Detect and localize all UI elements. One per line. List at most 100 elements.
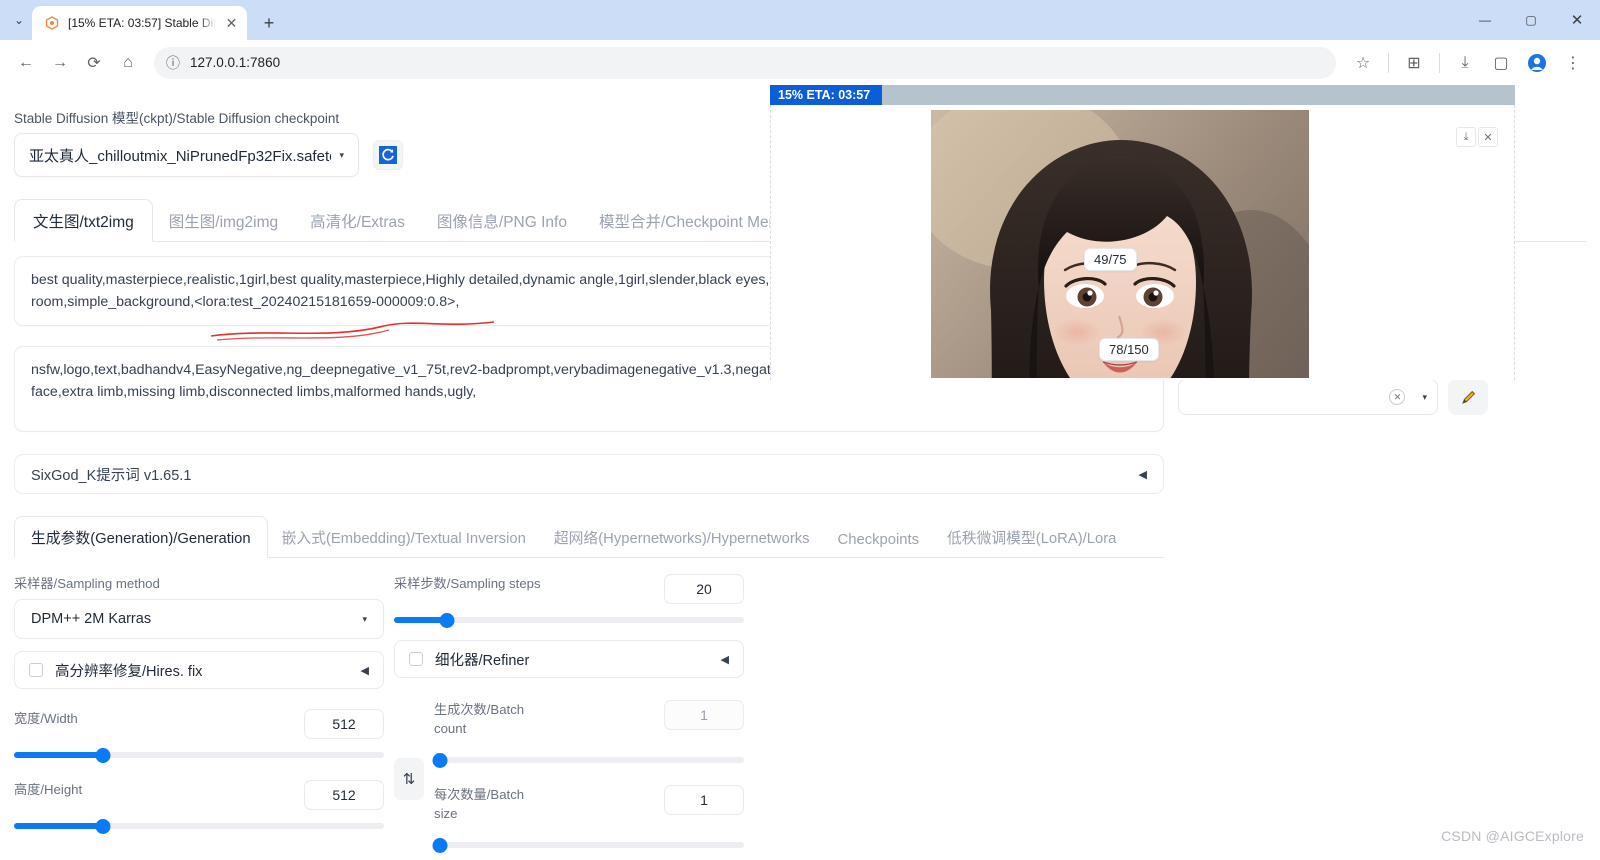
refresh-icon [379,146,397,164]
clear-styles-icon[interactable]: ✕ [1389,389,1406,405]
red-annotation-underline-icon [210,321,495,341]
slider-knob[interactable] [432,837,448,853]
batch-row: ⇅ 生成次数/Batch count 1 每次数量/Batch size 1 [394,700,744,860]
address-bar[interactable]: ⓘ 127.0.0.1:7860 [154,46,1336,79]
styles-dropdown[interactable]: ✕ ▾ [1178,379,1438,415]
batch-size-label: 每次数量/Batch size [434,787,525,821]
sampling-steps-slider[interactable] [394,612,744,628]
height-field: 高度/Height 512 [14,780,384,834]
minimize-button[interactable]: — [1462,0,1508,40]
batch-size-input[interactable]: 1 [664,785,744,815]
sampling-method-dropdown[interactable]: DPM++ 2M Karras ▾ [14,599,384,639]
home-icon[interactable]: ⌂ [112,47,144,79]
slider-knob[interactable] [95,747,111,763]
maximize-button[interactable]: ▢ [1508,0,1554,40]
refiner-checkbox[interactable] [409,652,423,666]
swap-dimensions-button[interactable]: ⇅ [394,758,424,800]
extensions-icon[interactable]: ⊞ [1397,47,1431,79]
batch-size-slider[interactable] [432,837,744,853]
subtab-hypernetworks[interactable]: 超网络(Hypernetworks)/Hypernetworks [540,517,824,557]
browser-window: ⌄ [15% ETA: 03:57] Stable Diffu ✕ + — ▢ … [0,0,1600,860]
checkpoint-field: Stable Diffusion 模型(ckpt)/Stable Diffusi… [14,107,359,177]
page-viewport: Stable Diffusion 模型(ckpt)/Stable Diffusi… [0,85,1600,860]
edit-styles-button[interactable] [1448,379,1488,415]
tab-txt2img[interactable]: 文生图/txt2img [14,199,153,242]
progress-bar: 15% ETA: 03:57 [770,85,1515,105]
close-gallery-icon[interactable]: ✕ [1478,127,1498,147]
height-slider[interactable] [14,818,384,834]
refiner-accordion[interactable]: 细化器/Refiner ◀ [394,640,744,678]
negative-token-counter: 78/150 [1099,338,1159,361]
refresh-checkpoint-button[interactable] [373,140,403,170]
bookmark-star-icon[interactable]: ☆ [1346,47,1380,79]
slider-knob[interactable] [95,818,111,834]
side-panel-icon[interactable]: ▢ [1484,47,1518,79]
batch-count-slider[interactable] [432,752,744,768]
subtab-checkpoints[interactable]: Checkpoints [824,522,933,557]
batch-column: 生成次数/Batch count 1 每次数量/Batch size 1 [432,700,744,860]
batch-count-input[interactable]: 1 [664,700,744,730]
tab-extras[interactable]: 高清化/Extras [294,200,421,241]
browser-tab-title: [15% ETA: 03:57] Stable Diffu [68,16,217,30]
checkpoint-label: Stable Diffusion 模型(ckpt)/Stable Diffusi… [14,111,340,126]
browser-toolbar: ← → ⟳ ⌂ ⓘ 127.0.0.1:7860 ☆ ⊞ ⤓ ▢ ⋮ [0,40,1600,85]
batch-count-label: 生成次数/Batch count [434,702,525,736]
gallery-toolbar: ⤓ ✕ [1456,127,1498,147]
width-slider[interactable] [14,747,384,763]
sampling-method-value: DPM++ 2M Karras [31,611,152,627]
slider-fill [14,752,103,758]
reload-icon[interactable]: ⟳ [78,47,110,79]
width-value-input[interactable]: 512 [304,709,384,739]
sixgod-prompt-label: SixGod_K提示词 v1.65.1 [31,467,192,484]
generation-parameters: 采样器/Sampling method DPM++ 2M Karras ▾ 高分… [14,574,1164,860]
new-tab-button[interactable]: + [255,9,283,37]
slider-knob[interactable] [439,612,454,628]
width-field: 宽度/Width 512 [14,709,384,763]
site-info-icon[interactable]: ⓘ [166,53,180,73]
subtab-textual-inversion[interactable]: 嵌入式(Embedding)/Textual Inversion [268,517,540,557]
hires-fix-label: 高分辨率修复/Hires. fix [55,663,203,680]
slider-knob[interactable] [432,752,448,768]
steps-column: 采样步数/Sampling steps 20 细化器/Refiner ◀ ⇅ 生… [384,574,744,860]
hires-fix-checkbox[interactable] [29,663,43,677]
tabstrip-caret-icon[interactable]: ⌄ [6,0,32,40]
subtab-lora[interactable]: 低秩微调模型(LoRA)/Lora [933,517,1130,557]
positive-token-counter: 49/75 [1084,248,1137,271]
downloads-icon[interactable]: ⤓ [1448,47,1482,79]
hires-fix-accordion[interactable]: 高分辨率修复/Hires. fix ◀ [14,651,384,689]
extra-networks-tab-bar: 生成参数(Generation)/Generation 嵌入式(Embeddin… [14,516,1164,558]
chevron-down-icon: ▾ [1422,391,1427,402]
window-controls: — ▢ ✕ [1462,0,1600,40]
browser-menu-icon[interactable]: ⋮ [1556,47,1590,79]
slider-fill [14,823,103,829]
back-icon[interactable]: ← [10,47,42,79]
download-image-icon[interactable]: ⤓ [1456,127,1476,147]
sixgod-prompt-accordion[interactable]: SixGod_K提示词 v1.65.1 ◀ [14,454,1164,494]
browser-tabstrip: ⌄ [15% ETA: 03:57] Stable Diffu ✕ + — ▢ … [0,0,1600,40]
tab-img2img[interactable]: 图生图/img2img [153,200,294,241]
triangle-left-icon: ◀ [720,653,729,666]
sampling-method-label: 采样器/Sampling method [14,576,160,591]
tab-png-info[interactable]: 图像信息/PNG Info [421,200,583,241]
profile-avatar-icon[interactable] [1520,47,1554,79]
browser-tab[interactable]: [15% ETA: 03:57] Stable Diffu ✕ [32,6,247,40]
triangle-left-icon: ◀ [1138,468,1147,481]
styles-row: ✕ ▾ [1178,379,1488,415]
sampling-steps-input[interactable]: 20 [664,574,744,604]
subtab-generation[interactable]: 生成参数(Generation)/Generation [14,516,268,558]
height-label: 高度/Height [14,782,83,797]
triangle-left-icon: ◀ [360,664,369,677]
close-tab-icon[interactable]: ✕ [224,16,239,30]
progress-fill: 15% ETA: 03:57 [770,85,882,105]
width-label: 宽度/Width [14,711,78,726]
close-window-button[interactable]: ✕ [1554,0,1600,40]
refiner-label: 细化器/Refiner [435,652,530,669]
pencil-icon [1461,390,1475,404]
checkpoint-dropdown[interactable]: 亚太真人_chilloutmix_NiPrunedFp32Fix.safeter… [14,133,359,177]
checkpoint-value: 亚太真人_chilloutmix_NiPrunedFp32Fix.safeter [29,147,332,165]
forward-icon[interactable]: → [44,47,76,79]
height-value-input[interactable]: 512 [304,780,384,810]
stable-diffusion-favicon-icon [44,15,60,31]
toolbar-divider-2 [1439,52,1440,73]
result-panel: 15% ETA: 03:57 ⤓ ✕ [770,85,1515,380]
